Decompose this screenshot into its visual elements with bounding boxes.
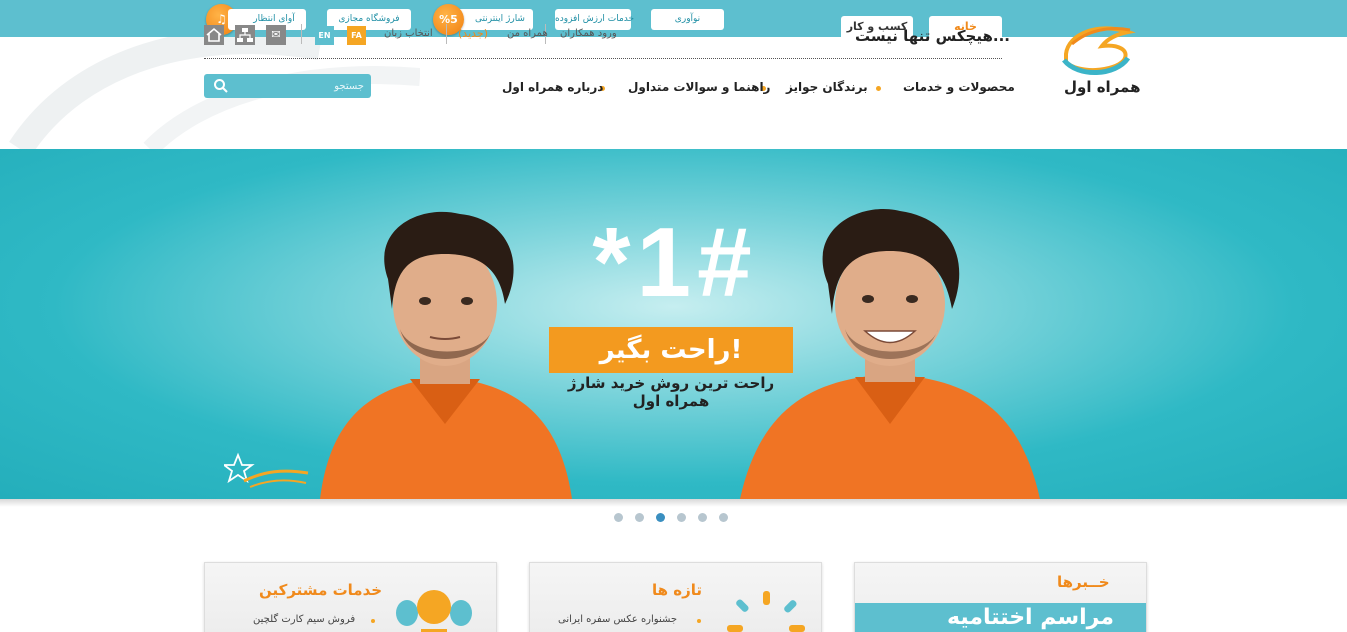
slide-dot[interactable] <box>677 513 686 522</box>
hero-banner[interactable]: *1# راحت بگیر! راحت ترین روش خرید شارژ ه… <box>0 149 1347 499</box>
banner-shadow <box>0 499 1347 507</box>
person-left-image <box>320 211 572 499</box>
news-headline: مراسم اختتامیه <box>947 605 1114 630</box>
card-link[interactable]: فروش سیم کارت گلچین <box>253 614 355 625</box>
lang-en-button[interactable]: EN <box>315 26 334 45</box>
sitemap-icon[interactable] <box>235 25 255 45</box>
search-icon[interactable] <box>213 78 229 94</box>
slide-dot[interactable] <box>614 513 623 522</box>
nav-products[interactable]: محصولات و خدمات <box>903 80 1015 94</box>
nav-about[interactable]: درباره همراه اول <box>502 80 603 94</box>
lang-fa-button[interactable]: FA <box>347 26 366 45</box>
hero-subline: راحت ترین روش خرید شارژ همراه اول <box>567 374 775 410</box>
logo-text: همراه اول <box>1064 78 1141 96</box>
slogan: هیچکس تنها نیست... <box>855 27 1011 45</box>
home-icon[interactable] <box>204 25 224 45</box>
header-divider <box>204 58 1002 59</box>
card-title: خدمات مشترکین <box>259 581 383 599</box>
separator <box>446 24 447 44</box>
news-image[interactable]: مراسم اختتامیه <box>855 603 1146 632</box>
customers-icon <box>396 590 472 632</box>
card-link[interactable]: جشنواره عکس سفره ایرانی <box>558 614 677 625</box>
lang-select-label: انتخاب زبان <box>384 28 433 39</box>
list-bullet <box>697 619 701 623</box>
nav-faq[interactable]: راهنما و سوالات متداول <box>628 80 770 94</box>
ussd-code: *1# <box>592 207 758 317</box>
card-title: تازه ها <box>652 581 703 599</box>
virtual-store-link[interactable]: فروشگاه مجازی <box>327 9 411 30</box>
card-fresh[interactable]: تازه ها جشنواره عکس سفره ایرانی <box>529 562 822 632</box>
search-box[interactable] <box>204 74 371 98</box>
card-customer-services[interactable]: خدمات مشترکین فروش سیم کارت گلچین <box>204 562 497 632</box>
mail-icon[interactable]: ✉ <box>266 25 286 45</box>
search-input[interactable] <box>234 77 364 95</box>
innovation-link[interactable]: نوآوری <box>651 9 724 30</box>
partners-login-link[interactable]: ورود همکاران <box>560 28 617 39</box>
nav-bullet <box>876 86 881 91</box>
new-badge: (جدید) <box>458 27 489 40</box>
star-logo-icon <box>224 452 309 488</box>
hero-headline: راحت بگیر! <box>549 327 793 373</box>
separator <box>301 24 302 44</box>
card-news[interactable]: خــبرها مراسم اختتامیه <box>854 562 1147 632</box>
nav-winners[interactable]: برندگان جوایز <box>786 80 868 94</box>
sunburst-icon <box>727 591 805 632</box>
my-hamrah-link[interactable]: همراه من <box>507 28 548 39</box>
vas-link[interactable]: خدمات ارزش افزوده <box>555 9 634 30</box>
banner-background <box>0 149 1347 499</box>
slide-dot[interactable] <box>698 513 707 522</box>
list-bullet <box>371 619 375 623</box>
slide-dot[interactable] <box>635 513 644 522</box>
slide-dot-active[interactable] <box>656 513 665 522</box>
slide-dot[interactable] <box>719 513 728 522</box>
card-title: خــبرها <box>1057 573 1110 591</box>
